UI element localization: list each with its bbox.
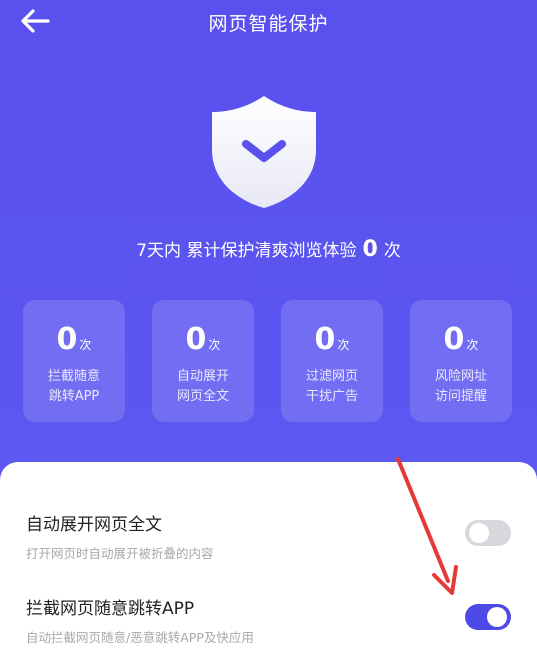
setting-auto-expand[interactable]: 自动展开网页全文 打开网页时自动展开被折叠的内容: [26, 510, 516, 562]
setting-title: 拦截网页随意跳转APP: [26, 599, 195, 619]
stat-unit: 次: [79, 338, 92, 352]
settings-panel: 自动展开网页全文 打开网页时自动展开被折叠的内容 拦截网页随意跳转APP 自动拦…: [0, 462, 537, 655]
auto-expand-toggle[interactable]: [465, 520, 511, 546]
summary-text: 7天内 累计保护清爽浏览体验: [136, 241, 357, 261]
setting-subtitle: 自动拦截网页随意/恶意跳转APP及快应用: [26, 630, 254, 645]
summary-count: 0: [362, 237, 378, 262]
top-bar: 网页智能保护: [0, 0, 537, 44]
summary-unit: 次: [383, 241, 401, 261]
setting-title: 自动展开网页全文: [26, 515, 162, 535]
stat-value: 0: [185, 322, 207, 357]
stat-label: 拦截随意 跳转APP: [47, 369, 100, 404]
block-jump-toggle[interactable]: [465, 604, 511, 630]
toggle-knob: [487, 607, 507, 627]
setting-subtitle: 打开网页时自动展开被折叠的内容: [26, 546, 214, 561]
protection-summary: 7天内 累计保护清爽浏览体验 0 次: [0, 236, 537, 262]
stat-card-risk-url: 0次 风险网址 访问提醒: [410, 300, 512, 422]
toggle-knob: [469, 523, 489, 543]
stat-unit: 次: [208, 338, 221, 352]
stat-value: 0: [443, 322, 465, 357]
web-protection-screen: 网页智能保护 7天内 累计保护清爽浏览体验 0 次 0次 拦截随意 跳转APP 0次…: [0, 0, 537, 655]
stat-unit: 次: [466, 338, 479, 352]
stat-card-block-jump: 0次 拦截随意 跳转APP: [23, 300, 125, 422]
setting-block-jump[interactable]: 拦截网页随意跳转APP 自动拦截网页随意/恶意跳转APP及快应用: [26, 594, 516, 646]
stat-label: 风险网址 访问提醒: [434, 369, 487, 404]
stat-card-filter-ads: 0次 过滤网页 干扰广告: [281, 300, 383, 422]
stat-value: 0: [56, 322, 78, 357]
stat-value: 0: [314, 322, 336, 357]
stat-label: 过滤网页 干扰广告: [305, 369, 358, 404]
shield-icon: [212, 96, 316, 208]
page-title: 网页智能保护: [208, 13, 329, 35]
stat-card-auto-expand: 0次 自动展开 网页全文: [152, 300, 254, 422]
stat-label: 自动展开 网页全文: [176, 369, 229, 404]
stat-unit: 次: [337, 338, 350, 352]
